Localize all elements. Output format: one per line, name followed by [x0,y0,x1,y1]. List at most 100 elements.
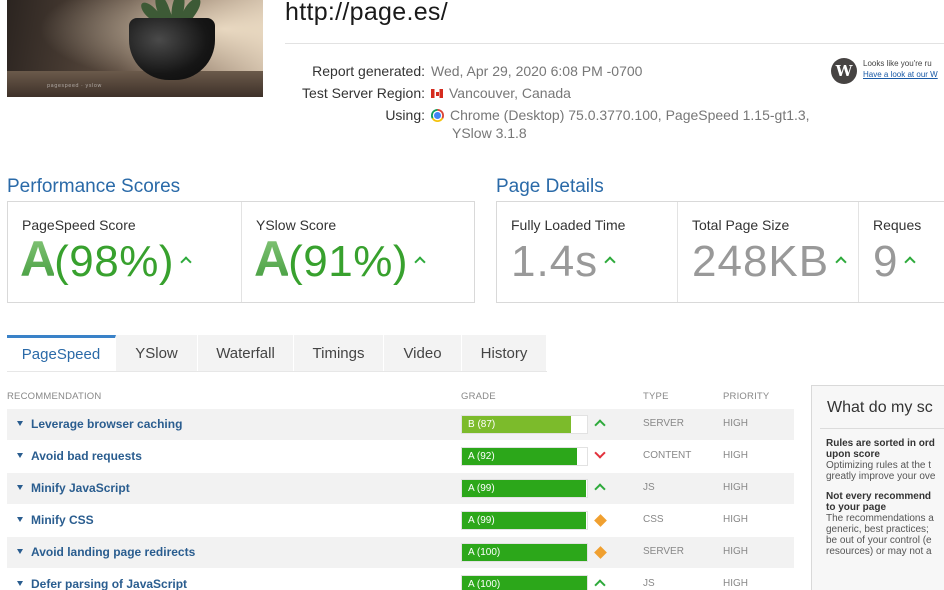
region-value: Vancouver, Canada [431,85,571,101]
wordpress-notice: W Looks like you're ru Have a look at ou… [831,57,944,89]
priority-cell: HIGH [723,578,748,589]
type-cell: SERVER [643,418,684,429]
trend-up-icon [835,256,847,268]
grade-bar: A (99) [461,479,588,498]
trend-up-icon [604,256,616,268]
yslow-grade-letter: A [254,231,290,287]
requests-card: Reques 9 [859,202,944,302]
priority-cell: HIGH [723,514,748,525]
fully-loaded-card: Fully Loaded Time 1.4s [497,202,678,302]
help-paragraph-1: Optimizing rules at the t [826,460,932,471]
column-header-grade[interactable]: GRADE [461,391,496,402]
help-title: What do my sc [827,399,933,416]
column-header-priority[interactable]: PRIORITY [723,391,769,402]
recommendation-name[interactable]: Leverage browser caching [17,417,182,431]
tab-waterfall[interactable]: Waterfall [198,335,294,372]
expand-caret-icon[interactable] [17,581,23,586]
tab-history[interactable]: History [462,335,547,372]
pagespeed-grade-letter: A [20,231,56,287]
trend-down-icon [594,447,606,459]
yslow-grade-percent: (91%) [288,237,408,286]
help-paragraph-2: The recommendations a [826,513,934,524]
table-row[interactable]: Minify JavaScript A (99) JS HIGH [7,473,794,504]
yslow-score-value: A(91%) [254,231,426,287]
tab-yslow[interactable]: YSlow [116,335,198,372]
help-heading-2: Not every recommend [826,491,932,502]
help-paragraph-2-line2: generic, best practices; [826,524,929,535]
recommendation-name[interactable]: Defer parsing of JavaScript [17,577,187,590]
fully-loaded-value: 1.4s [511,240,616,284]
trend-up-icon [594,483,606,495]
type-cell: CSS [643,514,664,525]
expand-caret-icon[interactable] [17,549,23,554]
expand-caret-icon[interactable] [17,421,23,426]
pagespeed-grade-percent: (98%) [54,237,174,286]
table-row[interactable]: Minify CSS A (99) CSS HIGH [7,505,794,536]
help-heading-2-cont: to your page [826,502,887,513]
trend-up-icon [180,256,192,268]
grade-label: B (87) [468,419,496,430]
table-row[interactable]: Leverage browser caching B (87) SERVER HIGH [7,409,794,440]
help-divider [820,428,944,429]
pagespeed-score-value: A(98%) [20,231,192,287]
trend-up-icon [594,419,606,431]
priority-cell: HIGH [723,546,748,557]
grade-label: A (99) [468,483,495,494]
grade-bar: A (99) [461,511,588,530]
region-label: Test Server Region: [302,85,425,101]
tab-video[interactable]: Video [384,335,462,372]
grade-label: A (99) [468,515,495,526]
requests-label: Reques [873,217,922,233]
report-generated-value: Wed, Apr 29, 2020 6:08 PM -0700 [431,63,643,79]
page-size-card: Total Page Size 248KB [678,202,859,302]
pagespeed-score-card: PageSpeed Score A(98%) [8,202,242,302]
page-size-value: 248KB [692,240,847,284]
grade-label: A (100) [468,547,501,558]
help-paragraph-1-cont: greatly improve your ove [826,471,936,482]
table-row[interactable]: Defer parsing of JavaScript A (100) JS HIGH [7,569,794,590]
wordpress-notice-link[interactable]: Have a look at our W [863,70,938,79]
trend-up-icon [904,256,917,268]
priority-cell: HIGH [723,482,748,493]
grade-label: A (100) [468,579,501,590]
expand-caret-icon[interactable] [17,517,23,522]
yslow-score-card: YSlow Score A(91%) [242,202,474,302]
page-title-url[interactable]: http://page.es/ [285,0,448,27]
type-cell: SERVER [643,546,684,557]
page-details-title: Page Details [496,176,604,197]
title-divider [285,43,944,44]
trend-up-icon [414,256,426,268]
table-row[interactable]: Avoid landing page redirects A (100) SERVE… [7,537,794,568]
recommendation-name[interactable]: Avoid landing page redirects [17,545,195,559]
recommendation-name[interactable]: Avoid bad requests [17,449,142,463]
help-paragraph-2-line4: resources) or may not a [826,546,932,557]
expand-caret-icon[interactable] [17,485,23,490]
tabs-divider [7,371,547,372]
performance-scores-panel: PageSpeed Score A(98%) YSlow Score A(91%… [7,201,475,303]
thumbnail-caption: pagespeed · yslow [47,83,102,89]
tab-timings[interactable]: Timings [294,335,384,372]
column-header-type[interactable]: TYPE [643,391,669,402]
type-cell: JS [643,578,655,589]
report-page: pagespeed · yslow http://page.es/ Report… [0,0,944,590]
tab-pagespeed[interactable]: PageSpeed [7,335,116,372]
grade-label: A (92) [468,451,495,462]
recommendation-name[interactable]: Minify JavaScript [17,481,130,495]
priority-cell: HIGH [723,418,748,429]
expand-caret-icon[interactable] [17,453,23,458]
using-value-line2: YSlow 3.1.8 [452,125,527,141]
grade-bar: A (92) [461,447,588,466]
page-details-panel: Fully Loaded Time 1.4s Total Page Size 2… [496,201,944,303]
type-cell: CONTENT [643,450,692,461]
table-row[interactable]: Avoid bad requests A (92) CONTENT HIGH [7,441,794,472]
score-help-panel: What do my sc Rules are sorted in ord up… [811,385,944,590]
wordpress-icon: W [831,58,857,84]
help-paragraph-2-line3: be out of your control (e [826,535,932,546]
column-header-recommendation[interactable]: RECOMMENDATION [7,391,101,402]
recommendation-name[interactable]: Minify CSS [17,513,94,527]
type-cell: JS [643,482,655,493]
trend-up-icon [594,579,606,590]
trend-unchanged-icon [594,514,607,527]
performance-scores-title: Performance Scores [7,176,181,197]
chrome-icon [431,109,444,122]
